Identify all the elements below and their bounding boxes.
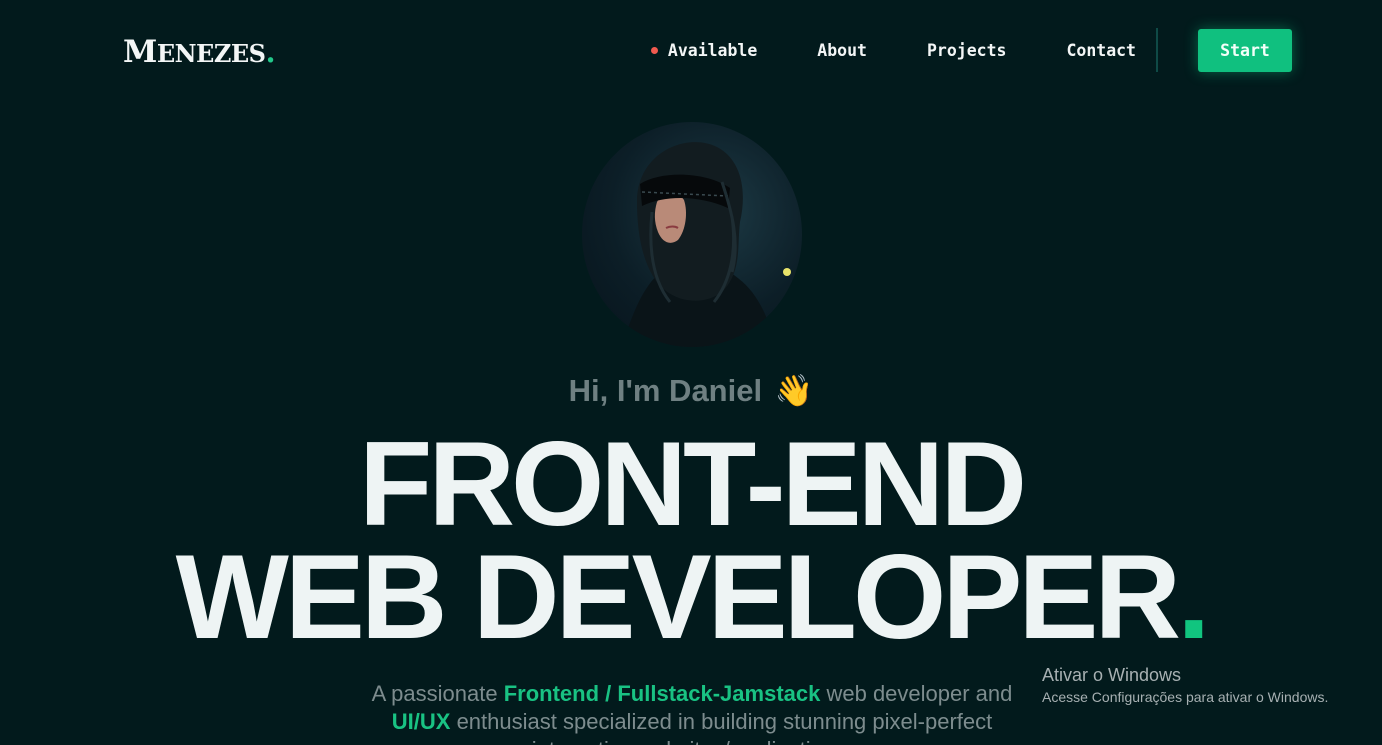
logo-dot: . xyxy=(265,35,276,69)
headline-line-2: WEB DEVELOPER. xyxy=(0,537,1382,657)
headline-accent-dot: . xyxy=(1177,530,1210,664)
portfolio-page: MENEZES. Available About Projects Contac… xyxy=(0,0,1382,745)
nav-available[interactable]: Available xyxy=(650,40,758,60)
hero-headline: FRONT-END WEB DEVELOPER. xyxy=(0,417,1382,657)
greeting-text: Hi, I'm Daniel xyxy=(568,373,763,408)
bio-highlight-uiux: UI/UX xyxy=(391,709,451,734)
nav-about[interactable]: About xyxy=(817,41,867,60)
headline-line-1: FRONT-END xyxy=(359,417,1027,551)
nav-contact[interactable]: Contact xyxy=(1066,41,1136,60)
bio-part-3: enthusiast specialized in building stunn… xyxy=(456,709,993,745)
bio-part-2: web developer and xyxy=(820,681,1013,706)
nav-available-label: Available xyxy=(667,40,758,60)
logo-initial: M xyxy=(123,34,157,70)
avatar-light-spot xyxy=(783,268,791,276)
profile-avatar xyxy=(582,122,802,347)
bio-highlight-stack: Frontend / Fullstack-Jamstack xyxy=(503,681,821,706)
status-dot-icon xyxy=(650,46,658,54)
logo-rest: ENEZES xyxy=(156,39,266,68)
headline-line-2-text: WEB DEVELOPER xyxy=(175,530,1181,664)
watermark-title: Ativar o Windows xyxy=(1042,665,1182,685)
nav-divider xyxy=(1156,28,1158,72)
site-logo[interactable]: MENEZES. xyxy=(123,34,276,70)
hero-bio: A passionate Frontend / Fullstack-Jamsta… xyxy=(342,680,1042,745)
watermark-subtitle: Acesse Configurações para ativar o Windo… xyxy=(1042,689,1329,705)
hero-greeting: Hi, I'm Daniel 👋 xyxy=(0,372,1382,409)
bio-part-1: A passionate xyxy=(371,681,504,706)
main-nav: Available About Projects Contact Start xyxy=(650,28,1292,72)
windows-activation-watermark: Ativar o Windows Acesse Configurações pa… xyxy=(1042,663,1328,707)
start-button[interactable]: Start xyxy=(1198,28,1292,72)
nav-projects[interactable]: Projects xyxy=(927,41,1006,60)
wave-hand-icon: 👋 xyxy=(774,373,814,408)
avatar-image xyxy=(622,142,791,347)
